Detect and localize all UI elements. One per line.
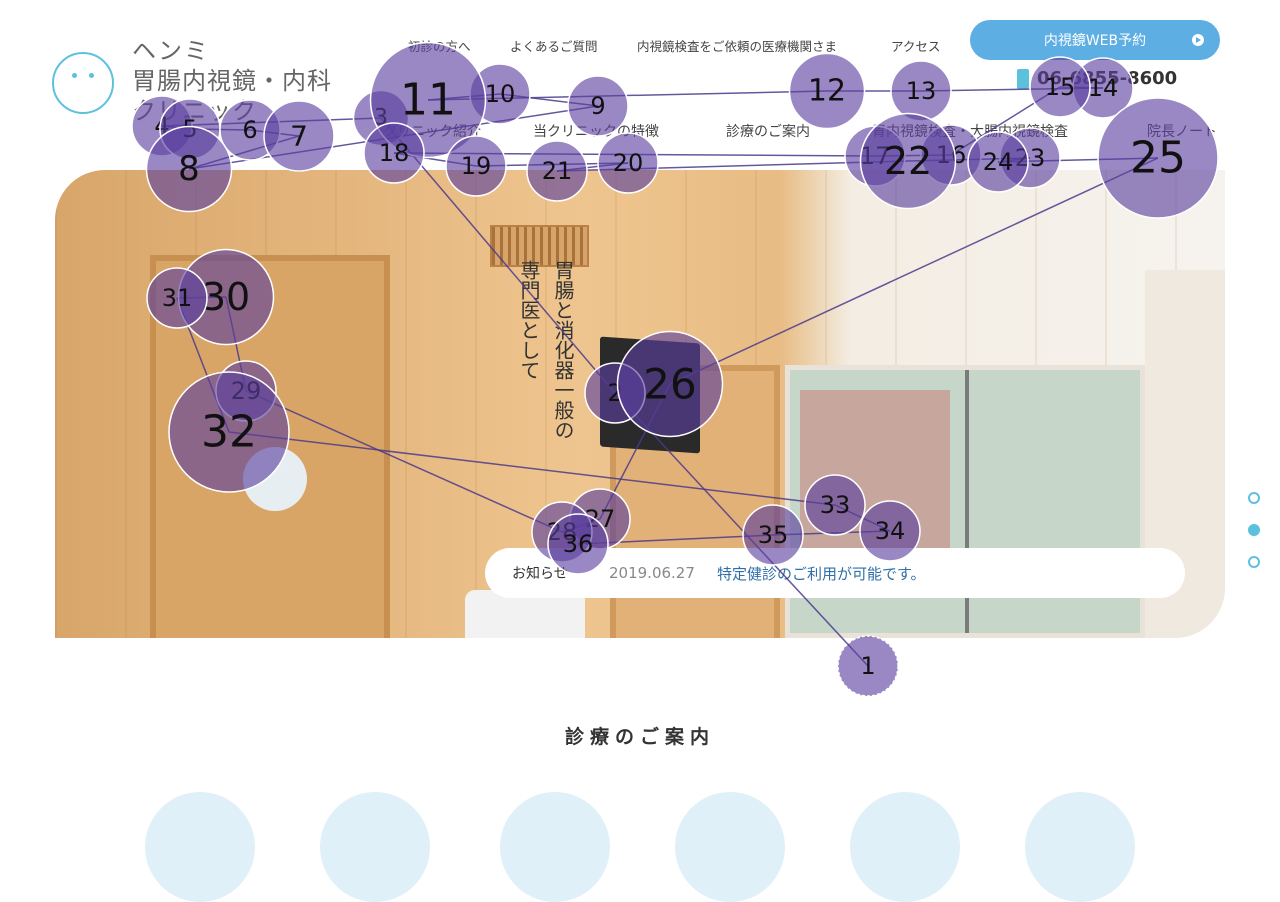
- scanpath-segment: [874, 154, 952, 157]
- svg-text:12: 12: [808, 74, 846, 109]
- scanpath-segment: [499, 93, 599, 107]
- scanpath-segment: [997, 157, 1031, 163]
- gaze-fixation-13: 13: [890, 60, 952, 122]
- topnav-access[interactable]: アクセス: [891, 36, 940, 55]
- scanpath-segment: [997, 157, 1159, 163]
- service-circle[interactable]: [1025, 792, 1135, 902]
- scanpath-segment: [427, 90, 828, 101]
- service-circle[interactable]: [675, 792, 785, 902]
- news-label: お知らせ: [512, 566, 568, 582]
- scanpath-segment: [475, 162, 629, 167]
- room-sign-icon: [243, 447, 307, 511]
- logo-line-3: クリニック: [132, 97, 257, 125]
- phone-number[interactable]: 06-6855-8600: [1017, 68, 1177, 89]
- nav-endoscopy[interactable]: 胃内視鏡検査・大腸内視鏡検査: [872, 121, 1068, 141]
- svg-text:13: 13: [906, 77, 937, 105]
- topnav-first-visit[interactable]: 初診の方へ: [408, 36, 471, 55]
- gaze-fixation-1: 1: [837, 635, 899, 697]
- news-bar[interactable]: お知らせ 2019.06.27 特定健診のご利用が可能です。: [485, 548, 1185, 598]
- nav-director-notes[interactable]: 院長ノート: [1147, 121, 1217, 141]
- phone-icon: [1017, 68, 1029, 89]
- slider-dot-1[interactable]: [1248, 492, 1260, 504]
- scanpath-segment: [427, 93, 501, 101]
- svg-text:23: 23: [1015, 144, 1046, 172]
- service-circle[interactable]: [500, 792, 610, 902]
- service-circle[interactable]: [850, 792, 960, 902]
- svg-text:16: 16: [936, 141, 967, 169]
- section-title: 診療のご案内: [564, 726, 715, 748]
- scanpath-segment: [189, 128, 251, 131]
- slider-dot-2[interactable]: [1248, 524, 1260, 536]
- phone-number-text: 06-6855-8600: [1037, 68, 1178, 89]
- scanpath-segment: [907, 157, 1031, 162]
- web-reservation-label: 内視鏡WEB予約: [1043, 33, 1147, 49]
- nav-features[interactable]: 当クリニックの特徴: [533, 121, 659, 141]
- topnav-referral[interactable]: 内視鏡検査をご依頼の医療機関さま: [637, 36, 837, 55]
- svg-text:1: 1: [860, 652, 875, 680]
- logo-text: ヘンミ 胃腸内視鏡・内科 クリニック: [132, 36, 372, 126]
- svg-text:10: 10: [485, 80, 516, 108]
- logo-line-2: 胃腸内視鏡・内科: [132, 67, 332, 95]
- gaze-fixation-10: 10: [469, 63, 531, 125]
- service-circle[interactable]: [320, 792, 430, 902]
- news-title-link[interactable]: 特定健診のご利用が可能です。: [717, 563, 926, 584]
- scanpath-segment: [249, 129, 300, 137]
- logo-face-icon: [52, 52, 114, 114]
- hero-catchcopy-line-1: 胃腸と消化器一般の: [551, 260, 575, 440]
- arrow-right-icon: [1192, 34, 1204, 46]
- svg-text:18: 18: [379, 139, 410, 167]
- scanpath-segment: [393, 152, 477, 167]
- scanpath-segment: [161, 125, 191, 130]
- scanpath-segment: [393, 152, 876, 157]
- gaze-fixation-12: 12: [788, 52, 866, 130]
- svg-text:9: 9: [590, 92, 605, 120]
- logo-line-1: ヘンミ: [132, 37, 210, 65]
- web-reservation-button[interactable]: 内視鏡WEB予約: [970, 20, 1220, 60]
- nav-services[interactable]: 診療のご案内: [726, 121, 810, 141]
- svg-text:17: 17: [860, 142, 891, 170]
- scanpath-segment: [188, 135, 300, 170]
- hero-catchcopy: 胃腸と消化器一般の 専門医として: [178, 260, 576, 440]
- topnav-faq[interactable]: よくあるご質問: [510, 36, 598, 55]
- hero-catchcopy-line-2: 専門医として: [517, 260, 541, 380]
- slider-dot-3[interactable]: [1248, 556, 1260, 568]
- news-date: 2019.06.27: [609, 564, 695, 582]
- nav-clinic-intro[interactable]: クリニック紹介: [383, 121, 481, 141]
- svg-text:11: 11: [400, 75, 456, 126]
- wall-monitor: [600, 336, 700, 454]
- service-circle[interactable]: [145, 792, 255, 902]
